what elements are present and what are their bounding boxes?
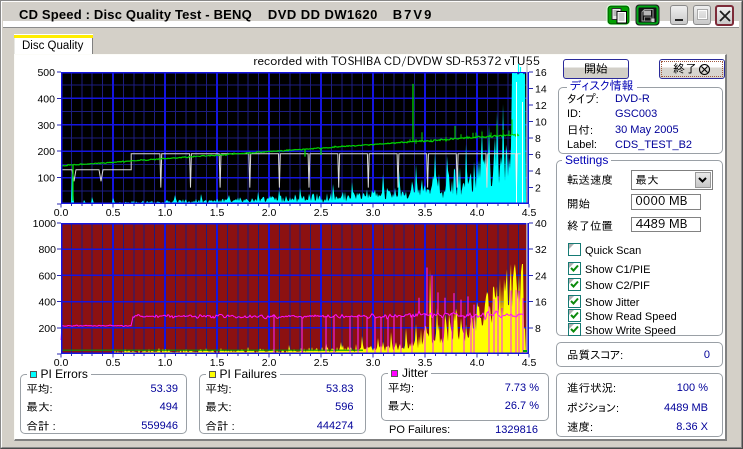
svg-text:300: 300 [37,120,55,132]
svg-text:2: 2 [535,183,541,195]
svg-text:4.5: 4.5 [522,357,537,369]
svg-text:500: 500 [37,67,55,79]
svg-text:14: 14 [535,84,547,96]
svg-text:4.0: 4.0 [470,357,485,369]
svg-text:100: 100 [37,173,55,185]
svg-text:600: 600 [38,270,56,282]
svg-text:400: 400 [38,297,56,309]
svg-text:2.5: 2.5 [314,357,329,369]
svg-text:400: 400 [37,93,55,105]
svg-text:32: 32 [535,244,547,256]
svg-text:4: 4 [535,166,541,178]
svg-text:200: 200 [37,146,55,158]
svg-text:16: 16 [535,67,547,79]
svg-text:1000: 1000 [33,218,57,230]
svg-text:12: 12 [535,100,547,112]
svg-text:16: 16 [535,297,547,309]
svg-text:1.0: 1.0 [158,357,173,369]
svg-text:40: 40 [535,218,547,230]
svg-text:200: 200 [38,323,56,335]
svg-text:10: 10 [535,117,547,129]
svg-text:3.0: 3.0 [366,357,381,369]
svg-text:8: 8 [535,323,541,335]
svg-text:0.5: 0.5 [106,357,121,369]
svg-text:800: 800 [38,244,56,256]
svg-text:6: 6 [535,150,541,162]
svg-text:24: 24 [535,270,547,282]
svg-text:8: 8 [535,133,541,145]
